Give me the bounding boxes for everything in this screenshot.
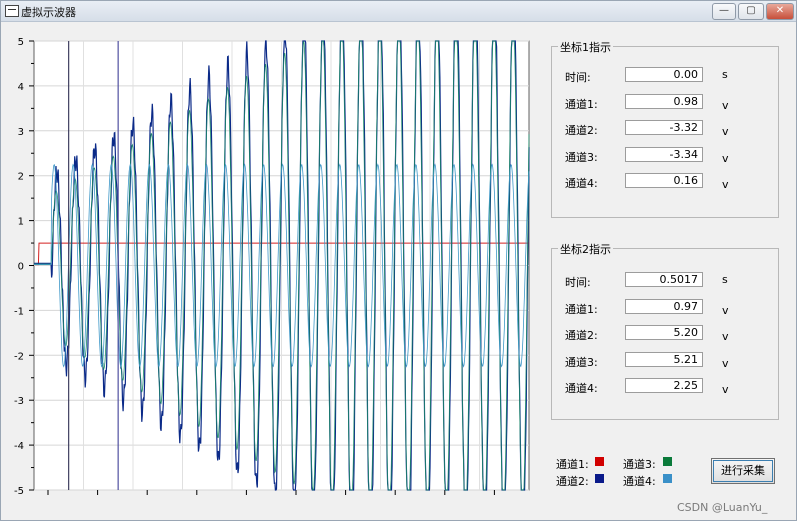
y-tick-label: -4: [14, 441, 24, 452]
cursor2-row-label: 通道3:: [565, 355, 598, 369]
y-tick-label: 0: [18, 262, 24, 273]
window-title: 虚拟示波器: [21, 6, 76, 19]
y-tick-label: 5: [18, 37, 24, 48]
y-tick-label: 3: [18, 127, 24, 138]
cursor2-row-unit: v: [722, 356, 729, 370]
legend-swatch-ch3: [663, 457, 672, 466]
start-acquisition-button[interactable]: 进行采集: [711, 458, 775, 484]
y-tick-label: -5: [14, 486, 24, 497]
close-button[interactable]: ✕: [766, 3, 794, 20]
cursor1-row-unit: s: [722, 68, 728, 81]
oscilloscope-plot[interactable]: 5 4 3 2 1 0 -1 -2 -3 -4 -5: [1, 29, 541, 499]
legend-label-ch3: 通道3:: [623, 458, 656, 471]
cursor1-row-unit: v: [722, 125, 729, 138]
cursor1-row-value: -3.32: [625, 120, 703, 135]
cursor1-row-value: 0.16: [625, 173, 703, 188]
cursor2-row-unit: v: [722, 330, 729, 343]
legend-swatch-ch4: [663, 474, 672, 483]
oscilloscope-icon: [5, 5, 19, 17]
cursor2-row-label: 通道1:: [565, 302, 598, 316]
waveform-chart[interactable]: 5 4 3 2 1 0 -1 -2 -3 -4 -5: [1, 29, 541, 499]
maximize-button[interactable]: ▢: [738, 3, 764, 20]
cursor1-row-label: 通道3:: [565, 150, 598, 164]
minimize-button[interactable]: —: [712, 3, 736, 20]
cursor1-row-label: 通道4:: [565, 177, 598, 190]
cursor1-row-value: -3.34: [625, 146, 703, 162]
cursor2-row-value: 5.20: [625, 325, 703, 340]
legend-label-ch4: 通道4:: [623, 475, 656, 488]
cursor1-title: 坐标1指示: [558, 39, 613, 55]
y-tick-label: -1: [14, 306, 24, 317]
watermark: CSDN @LuanYu_: [677, 501, 768, 514]
legend-label-ch1: 通道1:: [556, 458, 589, 471]
cursor1-row-unit: v: [722, 178, 729, 191]
legend-swatch-ch2: [595, 474, 604, 483]
cursor1-row-label: 时间:: [565, 71, 591, 84]
legend-swatch-ch1: [595, 457, 604, 466]
cursor2-row-label: 通道2:: [565, 329, 598, 342]
y-tick-label: 2: [18, 172, 24, 183]
title-bar: 虚拟示波器 — ▢ ✕: [1, 1, 796, 22]
y-tick-label: -2: [14, 351, 24, 362]
cursor2-title: 坐标2指示: [558, 241, 613, 257]
cursor1-row-label: 通道2:: [565, 124, 598, 137]
y-tick-label: 1: [18, 217, 24, 228]
cursor2-row-label: 时间:: [565, 276, 591, 289]
cursor1-row-value: 0.98: [625, 93, 703, 109]
cursor2-row-value: 2.25: [625, 378, 703, 393]
cursor2-row-label: 通道4:: [565, 382, 598, 395]
cursor1-row-value: 0.00: [625, 67, 703, 82]
cursor2-row-value: 0.97: [625, 298, 703, 314]
cursor1-row-unit: v: [722, 151, 729, 165]
legend-label-ch2: 通道2:: [556, 475, 589, 488]
cursor1-row-unit: v: [722, 98, 729, 112]
cursor2-row-unit: v: [722, 303, 729, 317]
y-tick-label: 4: [18, 82, 24, 93]
cursor2-row-unit: s: [722, 273, 728, 286]
cursor1-row-label: 通道1:: [565, 97, 598, 111]
cursor2-row-value: 5.21: [625, 351, 703, 367]
y-tick-label: -3: [14, 396, 24, 407]
cursor2-row-unit: v: [722, 383, 729, 396]
cursor2-row-value: 0.5017: [625, 272, 703, 287]
app-window: 虚拟示波器 — ▢ ✕ 5 4 3 2 1 0 -1 -2 -3 -4 -5 坐标1指示 坐标2指示…: [0, 0, 797, 521]
